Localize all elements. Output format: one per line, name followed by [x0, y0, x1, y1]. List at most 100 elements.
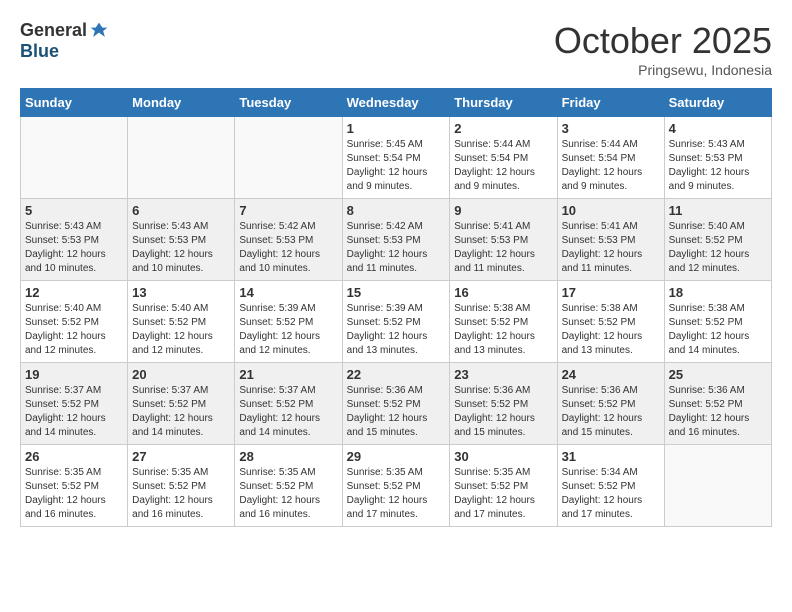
day-info: Sunrise: 5:39 AM Sunset: 5:52 PM Dayligh… [347, 302, 446, 358]
day-info: Sunrise: 5:39 AM Sunset: 5:52 PM Dayligh… [239, 302, 337, 358]
day-number: 14 [239, 285, 337, 300]
weekday-header-tuesday: Tuesday [235, 89, 342, 117]
month-title: October 2025 [554, 20, 772, 62]
day-number: 7 [239, 203, 337, 218]
calendar-cell: 7 Sunrise: 5:42 AM Sunset: 5:53 PM Daylig… [235, 199, 342, 281]
day-number: 13 [132, 285, 230, 300]
weekday-header-saturday: Saturday [664, 89, 771, 117]
day-number: 24 [562, 367, 660, 382]
title-section: October 2025 Pringsewu, Indonesia [554, 20, 772, 78]
day-info: Sunrise: 5:35 AM Sunset: 5:52 PM Dayligh… [132, 466, 230, 522]
day-info: Sunrise: 5:43 AM Sunset: 5:53 PM Dayligh… [132, 220, 230, 276]
calendar-cell [128, 117, 235, 199]
day-info: Sunrise: 5:41 AM Sunset: 5:53 PM Dayligh… [454, 220, 552, 276]
calendar-week-row: 1 Sunrise: 5:45 AM Sunset: 5:54 PM Daylig… [21, 117, 772, 199]
day-number: 12 [25, 285, 123, 300]
day-info: Sunrise: 5:36 AM Sunset: 5:52 PM Dayligh… [562, 384, 660, 440]
calendar-week-row: 5 Sunrise: 5:43 AM Sunset: 5:53 PM Daylig… [21, 199, 772, 281]
weekday-header-thursday: Thursday [450, 89, 557, 117]
day-number: 26 [25, 449, 123, 464]
calendar-cell: 22Sunrise: 5:36 AM Sunset: 5:52 PM Dayli… [342, 363, 450, 445]
calendar-cell: 3 Sunrise: 5:44 AM Sunset: 5:54 PM Daylig… [557, 117, 664, 199]
calendar-cell: 30 Sunrise: 5:35 AM Sunset: 5:52 PM Dayli… [450, 445, 557, 527]
day-number: 19 [25, 367, 123, 382]
day-info: Sunrise: 5:36 AM Sunset: 5:52 PM Dayligh… [454, 384, 552, 440]
day-number: 22 [347, 367, 446, 382]
day-info: Sunrise: 5:44 AM Sunset: 5:54 PM Dayligh… [562, 138, 660, 194]
day-number: 30 [454, 449, 552, 464]
calendar-cell: 6 Sunrise: 5:43 AM Sunset: 5:53 PM Daylig… [128, 199, 235, 281]
weekday-header-friday: Friday [557, 89, 664, 117]
calendar-cell: 28 Sunrise: 5:35 AM Sunset: 5:52 PM Dayli… [235, 445, 342, 527]
calendar-cell: 2 Sunrise: 5:44 AM Sunset: 5:54 PM Daylig… [450, 117, 557, 199]
day-info: Sunrise: 5:34 AM Sunset: 5:52 PM Dayligh… [562, 466, 660, 522]
calendar-cell: 15 Sunrise: 5:39 AM Sunset: 5:52 PM Dayli… [342, 281, 450, 363]
calendar-week-row: 12 Sunrise: 5:40 AM Sunset: 5:52 PM Dayli… [21, 281, 772, 363]
calendar-cell [21, 117, 128, 199]
calendar-cell [664, 445, 771, 527]
day-info: Sunrise: 5:36 AM Sunset: 5:52 PM Dayligh… [669, 384, 767, 440]
logo-icon [89, 21, 109, 41]
calendar-cell [235, 117, 342, 199]
day-info: Sunrise: 5:35 AM Sunset: 5:52 PM Dayligh… [239, 466, 337, 522]
day-info: Sunrise: 5:42 AM Sunset: 5:53 PM Dayligh… [239, 220, 337, 276]
day-number: 15 [347, 285, 446, 300]
day-info: Sunrise: 5:35 AM Sunset: 5:52 PM Dayligh… [25, 466, 123, 522]
calendar-cell: 14 Sunrise: 5:39 AM Sunset: 5:52 PM Dayli… [235, 281, 342, 363]
day-number: 9 [454, 203, 552, 218]
day-number: 8 [347, 203, 446, 218]
day-number: 29 [347, 449, 446, 464]
day-number: 5 [25, 203, 123, 218]
day-info: Sunrise: 5:37 AM Sunset: 5:52 PM Dayligh… [25, 384, 123, 440]
day-info: Sunrise: 5:38 AM Sunset: 5:52 PM Dayligh… [454, 302, 552, 358]
calendar-cell: 23 Sunrise: 5:36 AM Sunset: 5:52 PM Dayli… [450, 363, 557, 445]
day-info: Sunrise: 5:35 AM Sunset: 5:52 PM Dayligh… [454, 466, 552, 522]
day-number: 4 [669, 121, 767, 136]
calendar-cell: 31 Sunrise: 5:34 AM Sunset: 5:52 PM Dayli… [557, 445, 664, 527]
day-number: 10 [562, 203, 660, 218]
calendar-cell: 1 Sunrise: 5:45 AM Sunset: 5:54 PM Daylig… [342, 117, 450, 199]
calendar-cell: 21Sunrise: 5:37 AM Sunset: 5:52 PM Dayli… [235, 363, 342, 445]
calendar-cell: 12 Sunrise: 5:40 AM Sunset: 5:52 PM Dayli… [21, 281, 128, 363]
day-info: Sunrise: 5:35 AM Sunset: 5:52 PM Dayligh… [347, 466, 446, 522]
day-number: 11 [669, 203, 767, 218]
day-number: 21 [239, 367, 337, 382]
day-number: 18 [669, 285, 767, 300]
day-number: 20 [132, 367, 230, 382]
day-info: Sunrise: 5:40 AM Sunset: 5:52 PM Dayligh… [669, 220, 767, 276]
day-info: Sunrise: 5:40 AM Sunset: 5:52 PM Dayligh… [25, 302, 123, 358]
calendar-cell: 26 Sunrise: 5:35 AM Sunset: 5:52 PM Dayli… [21, 445, 128, 527]
weekday-header-wednesday: Wednesday [342, 89, 450, 117]
calendar-cell: 8Sunrise: 5:42 AM Sunset: 5:53 PM Daylig… [342, 199, 450, 281]
calendar-cell: 29 Sunrise: 5:35 AM Sunset: 5:52 PM Dayli… [342, 445, 450, 527]
day-info: Sunrise: 5:38 AM Sunset: 5:52 PM Dayligh… [562, 302, 660, 358]
page-header: General Blue October 2025 Pringsewu, Ind… [20, 20, 772, 78]
day-info: Sunrise: 5:45 AM Sunset: 5:54 PM Dayligh… [347, 138, 446, 194]
day-number: 28 [239, 449, 337, 464]
logo: General Blue [20, 20, 109, 62]
day-info: Sunrise: 5:38 AM Sunset: 5:52 PM Dayligh… [669, 302, 767, 358]
calendar-cell: 17Sunrise: 5:38 AM Sunset: 5:52 PM Dayli… [557, 281, 664, 363]
day-number: 3 [562, 121, 660, 136]
calendar-cell: 11 Sunrise: 5:40 AM Sunset: 5:52 PM Dayli… [664, 199, 771, 281]
day-info: Sunrise: 5:41 AM Sunset: 5:53 PM Dayligh… [562, 220, 660, 276]
day-info: Sunrise: 5:44 AM Sunset: 5:54 PM Dayligh… [454, 138, 552, 194]
calendar-cell: 16 Sunrise: 5:38 AM Sunset: 5:52 PM Dayli… [450, 281, 557, 363]
calendar-cell: 13 Sunrise: 5:40 AM Sunset: 5:52 PM Dayli… [128, 281, 235, 363]
location-subtitle: Pringsewu, Indonesia [554, 62, 772, 78]
day-info: Sunrise: 5:43 AM Sunset: 5:53 PM Dayligh… [25, 220, 123, 276]
day-number: 2 [454, 121, 552, 136]
day-number: 16 [454, 285, 552, 300]
day-info: Sunrise: 5:40 AM Sunset: 5:52 PM Dayligh… [132, 302, 230, 358]
day-number: 31 [562, 449, 660, 464]
calendar-cell: 18 Sunrise: 5:38 AM Sunset: 5:52 PM Dayli… [664, 281, 771, 363]
day-number: 23 [454, 367, 552, 382]
calendar-cell: 25 Sunrise: 5:36 AM Sunset: 5:52 PM Dayli… [664, 363, 771, 445]
day-number: 6 [132, 203, 230, 218]
day-number: 25 [669, 367, 767, 382]
calendar-cell: 10 Sunrise: 5:41 AM Sunset: 5:53 PM Dayli… [557, 199, 664, 281]
calendar-week-row: 19 Sunrise: 5:37 AM Sunset: 5:52 PM Dayli… [21, 363, 772, 445]
day-number: 1 [347, 121, 446, 136]
weekday-header-row: SundayMondayTuesdayWednesdayThursdayFrid… [21, 89, 772, 117]
calendar-cell: 19 Sunrise: 5:37 AM Sunset: 5:52 PM Dayli… [21, 363, 128, 445]
